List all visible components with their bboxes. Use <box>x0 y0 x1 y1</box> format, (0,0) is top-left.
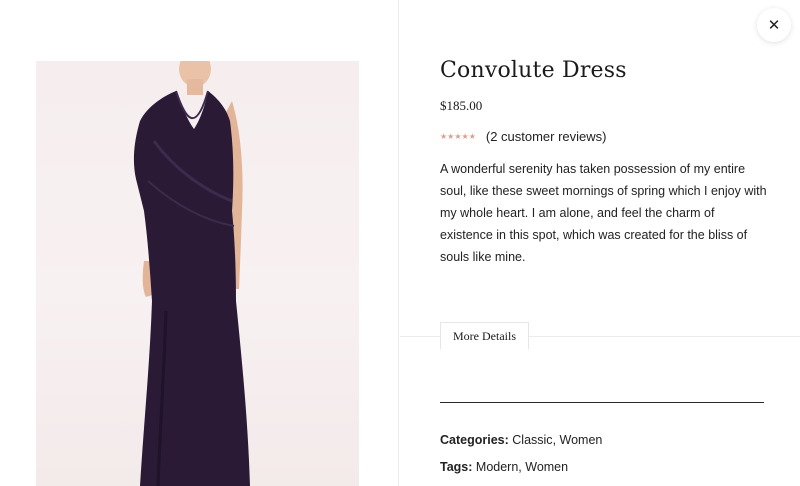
model-neck <box>187 79 203 95</box>
quick-view-modal: ✕ Convolute Dress $185.00 ★★★★★ (2 custo… <box>0 0 800 486</box>
dress-illustration <box>133 61 250 486</box>
tag-link-modern[interactable]: Modern <box>476 460 518 474</box>
close-button[interactable]: ✕ <box>757 8 791 42</box>
category-link-women[interactable]: Women <box>560 433 603 447</box>
product-price: $185.00 <box>440 98 483 113</box>
product-categories: Categories: Classic, Women <box>440 433 602 447</box>
category-link-classic[interactable]: Classic <box>512 433 552 447</box>
close-icon: ✕ <box>767 16 781 34</box>
categories-label: Categories: <box>440 433 509 447</box>
category-separator: , <box>552 433 560 447</box>
dress-body <box>133 91 250 486</box>
product-title: Convolute Dress <box>440 58 627 83</box>
product-image[interactable] <box>36 61 359 486</box>
product-description: A wonderful serenity has taken possessio… <box>440 162 767 264</box>
tag-link-women[interactable]: Women <box>525 460 568 474</box>
product-gallery <box>0 0 399 486</box>
product-rating: ★★★★★ (2 customer reviews) <box>440 127 607 145</box>
star-rating-icon: ★★★★★ <box>440 131 476 141</box>
product-tags: Tags: Modern, Women <box>440 460 568 474</box>
tab-more-details[interactable]: More Details <box>440 322 529 350</box>
product-summary: ✕ Convolute Dress $185.00 ★★★★★ (2 custo… <box>400 0 800 486</box>
meta-divider <box>440 402 764 403</box>
tags-label: Tags: <box>440 460 473 474</box>
customer-reviews-link[interactable]: (2 customer reviews) <box>486 129 607 144</box>
